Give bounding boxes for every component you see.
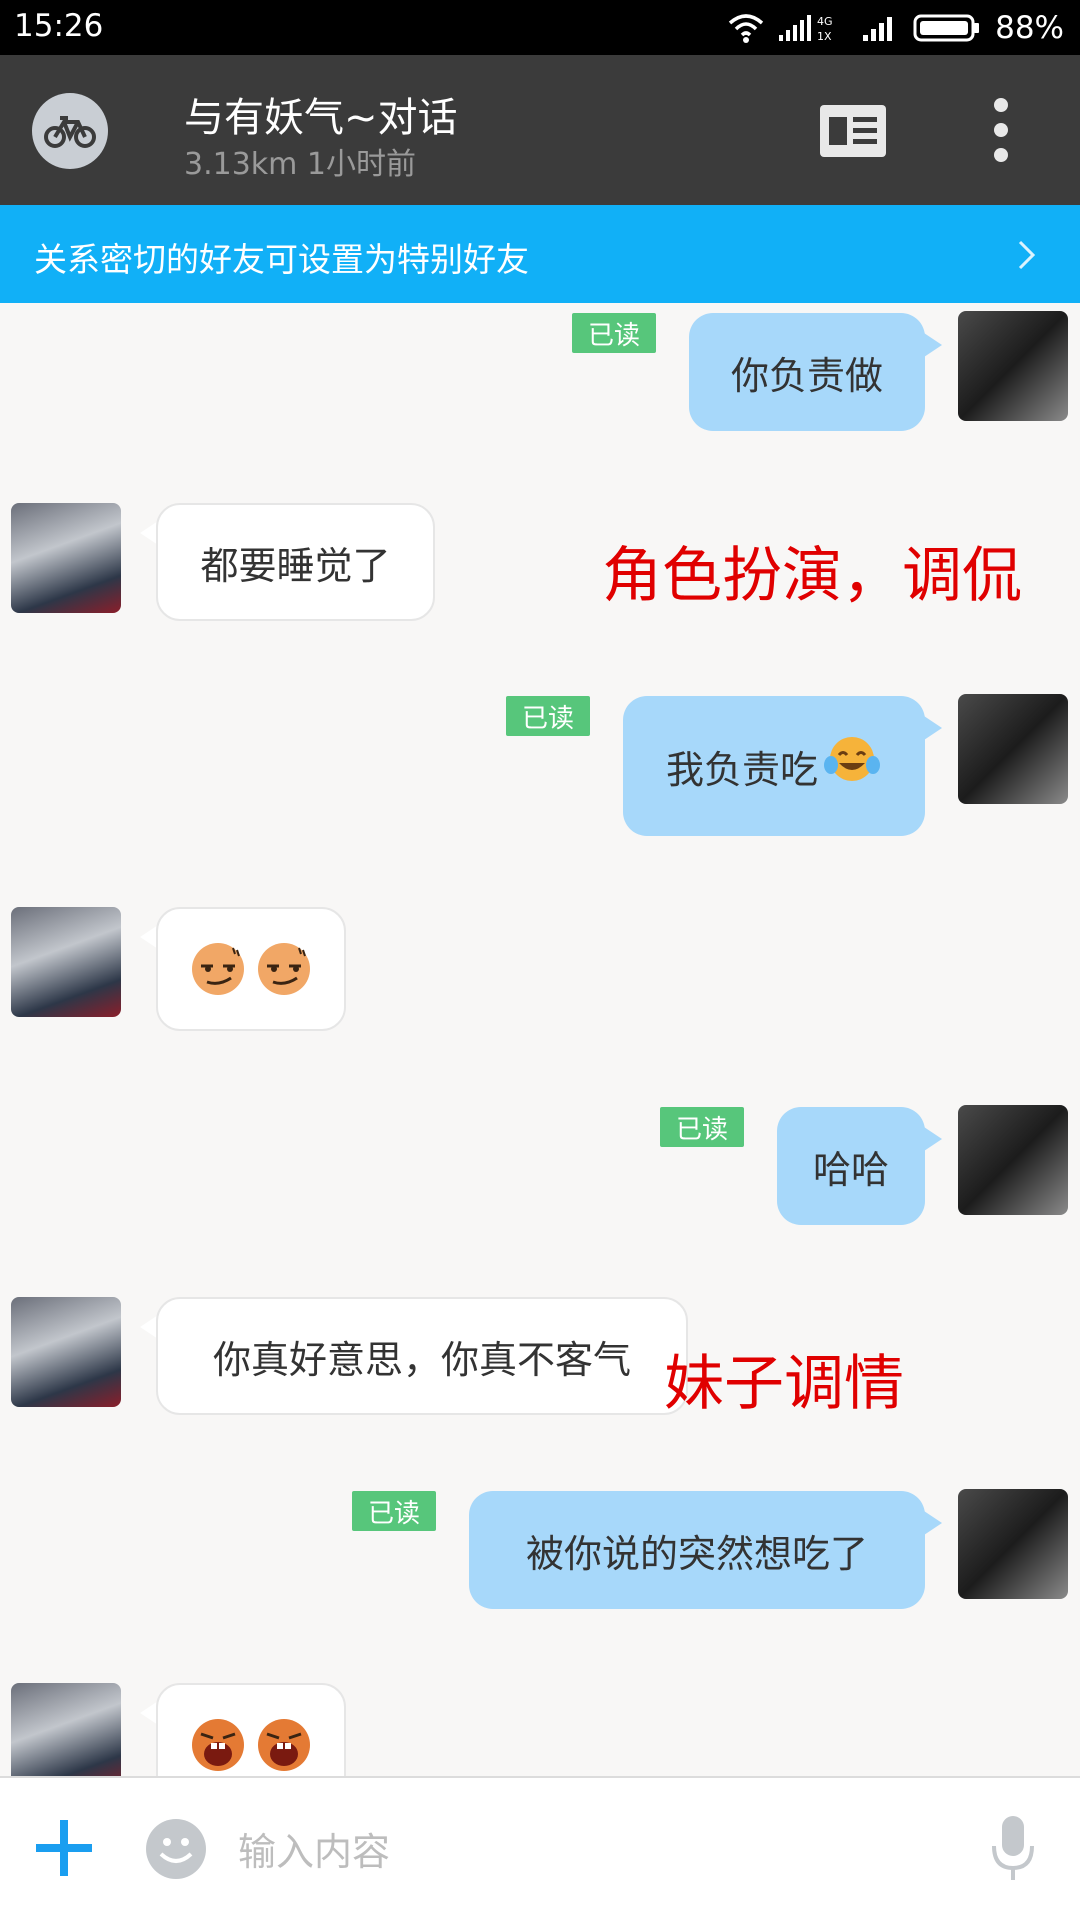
special-friend-banner[interactable]: 关系密切的好友可设置为特别好友 — [0, 205, 1080, 303]
read-badge: 已读 — [506, 696, 590, 736]
chevron-right-icon — [1018, 240, 1036, 270]
friend-avatar[interactable] — [11, 503, 121, 613]
status-time: 15:26 — [14, 8, 104, 44]
my-avatar[interactable] — [958, 694, 1068, 804]
message-bubble-received[interactable]: 都要睡觉了 — [156, 503, 435, 621]
bubble-tail — [924, 333, 942, 357]
more-vertical-icon[interactable] — [988, 97, 1014, 163]
friend-avatar[interactable] — [11, 1683, 121, 1776]
read-badge: 已读 — [352, 1491, 436, 1531]
page-title: 与有妖气~对话 — [184, 95, 458, 141]
my-avatar[interactable] — [958, 311, 1068, 421]
battery-icon — [913, 14, 980, 42]
laughing-emoji — [258, 1719, 310, 1771]
wifi-icon — [728, 14, 764, 43]
message-input[interactable]: 输入内容 — [238, 1818, 938, 1878]
input-bar: 输入内容 — [0, 1776, 1080, 1920]
header-avatar[interactable] — [32, 93, 108, 169]
smiley-icon[interactable] — [145, 1818, 207, 1880]
message-bubble-received[interactable] — [156, 907, 346, 1031]
message-bubble-sent[interactable]: 你负责做 — [689, 313, 925, 431]
distance-time-subtitle: 3.13km 1小时前 — [184, 147, 417, 182]
profile-card-icon[interactable] — [820, 105, 886, 157]
friend-avatar[interactable] — [11, 907, 121, 1017]
message-bubble-sent[interactable]: 我负责吃 — [623, 696, 925, 836]
read-badge: 已读 — [660, 1107, 744, 1147]
message-bubble-received[interactable]: 你真好意思，你真不客气 — [156, 1297, 688, 1415]
message-text: 你真好意思，你真不客气 — [212, 1337, 631, 1382]
signal-icon — [863, 17, 893, 41]
read-badge: 已读 — [572, 313, 656, 353]
smirk-emoji — [192, 943, 244, 995]
bubble-tail — [924, 1127, 942, 1151]
message-text: 你负责做 — [730, 353, 883, 398]
chat-header: 与有妖气~对话 3.13km 1小时前 — [0, 55, 1080, 205]
network-bottom-label: 1X — [817, 30, 832, 43]
annotation-role-play: 角色扮演，调侃 — [602, 541, 1022, 611]
signal-4g-icon: 4G 1X — [779, 15, 833, 43]
message-bubble-sent[interactable]: 哈哈 — [777, 1107, 925, 1225]
message-text: 我负责吃 — [665, 747, 818, 792]
battery-percent: 88% — [995, 10, 1064, 46]
plus-icon[interactable] — [34, 1818, 94, 1878]
tears-of-joy-emoji — [824, 737, 880, 781]
message-list[interactable]: 已读 你负责做 都要睡觉了 角色扮演，调侃 已读 我负责吃 已读 哈哈 你真好意… — [0, 303, 1080, 1776]
message-text: 都要睡觉了 — [200, 543, 391, 588]
bicycle-icon — [44, 116, 96, 148]
friend-avatar[interactable] — [11, 1297, 121, 1407]
bubble-tail — [924, 1511, 942, 1535]
message-bubble-received[interactable] — [156, 1683, 346, 1776]
laughing-emoji — [192, 1719, 244, 1771]
status-bar: 15:26 4G 1X 88% — [0, 0, 1080, 55]
message-bubble-sent[interactable]: 被你说的突然想吃了 — [469, 1491, 925, 1609]
message-text: 哈哈 — [812, 1147, 889, 1192]
bubble-tail — [924, 716, 942, 740]
microphone-icon[interactable] — [988, 1814, 1038, 1884]
annotation-flirting: 妹子调情 — [664, 1349, 904, 1419]
my-avatar[interactable] — [958, 1105, 1068, 1215]
status-icons: 4G 1X 88% — [727, 8, 1064, 48]
network-top-label: 4G — [817, 15, 833, 28]
message-text: 被你说的突然想吃了 — [525, 1531, 868, 1576]
smirk-emoji — [258, 943, 310, 995]
banner-text: 关系密切的好友可设置为特别好友 — [34, 240, 529, 279]
my-avatar[interactable] — [958, 1489, 1068, 1599]
